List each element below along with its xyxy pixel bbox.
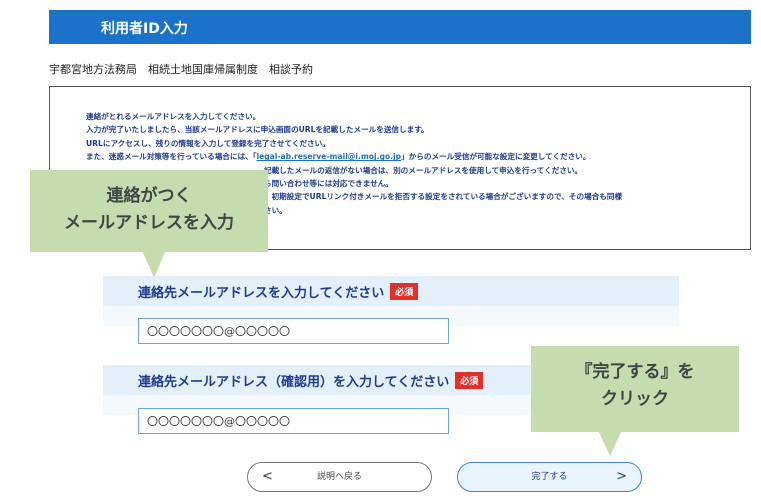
- complete-button-label: 完了する: [531, 472, 568, 482]
- complete-hint-callout: 『完了する』を クリック: [531, 346, 739, 432]
- back-button[interactable]: < 説明へ戻る: [247, 462, 432, 492]
- email-input[interactable]: [138, 318, 449, 344]
- email-confirm-label: 連絡先メールアドレス（確認用）を入力してください 必須: [138, 371, 484, 390]
- complete-button[interactable]: 完了する >: [457, 462, 642, 492]
- email-hint-callout: 連絡がつく メールアドレスを入力: [30, 170, 268, 252]
- callout-text: 『完了する』を: [575, 362, 695, 382]
- notice-text-prefix: また、迷惑メール対策等を行っている場合には、「: [86, 152, 257, 162]
- breadcrumb: 宇都宮地方法務局 相続土地国庫帰属制度 相談予約: [49, 63, 313, 76]
- page-title: 利用者ID入力: [101, 21, 188, 37]
- chevron-right-icon: >: [616, 469, 627, 484]
- callout-pointer: [142, 250, 166, 278]
- required-badge: 必須: [455, 372, 484, 389]
- notice-line: URLにアクセスし、残りの情報を入力して登録を完了させてください。: [86, 138, 330, 148]
- email-confirm-label-text: 連絡先メールアドレス（確認用）を入力してください: [138, 375, 450, 390]
- notice-line: 連絡がとれるメールアドレスを入力してください。: [86, 112, 261, 121]
- notice-line: 入力が完了いたしましたら、当該メールアドレスに申込画面のURLを記載したメールを…: [86, 125, 429, 135]
- callout-text: メールアドレスを入力: [64, 213, 234, 233]
- back-button-label: 説明へ戻る: [316, 472, 362, 482]
- notice-text-suffix: 」からのメール受信が可能な設定に変更してください。: [401, 152, 591, 162]
- callout-text: 連絡がつく: [106, 186, 192, 206]
- chevron-left-icon: <: [262, 469, 273, 484]
- callout-text: クリック: [601, 389, 669, 409]
- sender-email-link[interactable]: legal-ab.reserve-mail@i.moj.go.jp: [256, 152, 401, 161]
- email-label-text: 連絡先メールアドレスを入力してください: [138, 286, 385, 301]
- email-label-bar: 連絡先メールアドレスを入力してください 必須: [103, 276, 679, 306]
- email-confirm-input[interactable]: [138, 408, 449, 434]
- callout-pointer: [598, 430, 622, 456]
- email-label: 連絡先メールアドレスを入力してください 必須: [138, 282, 419, 301]
- notice-line-email: また、迷惑メール対策等を行っている場合には、「legal-ab.reserve-…: [86, 150, 746, 163]
- page-header: 利用者ID入力: [49, 10, 751, 44]
- required-badge: 必須: [390, 283, 419, 300]
